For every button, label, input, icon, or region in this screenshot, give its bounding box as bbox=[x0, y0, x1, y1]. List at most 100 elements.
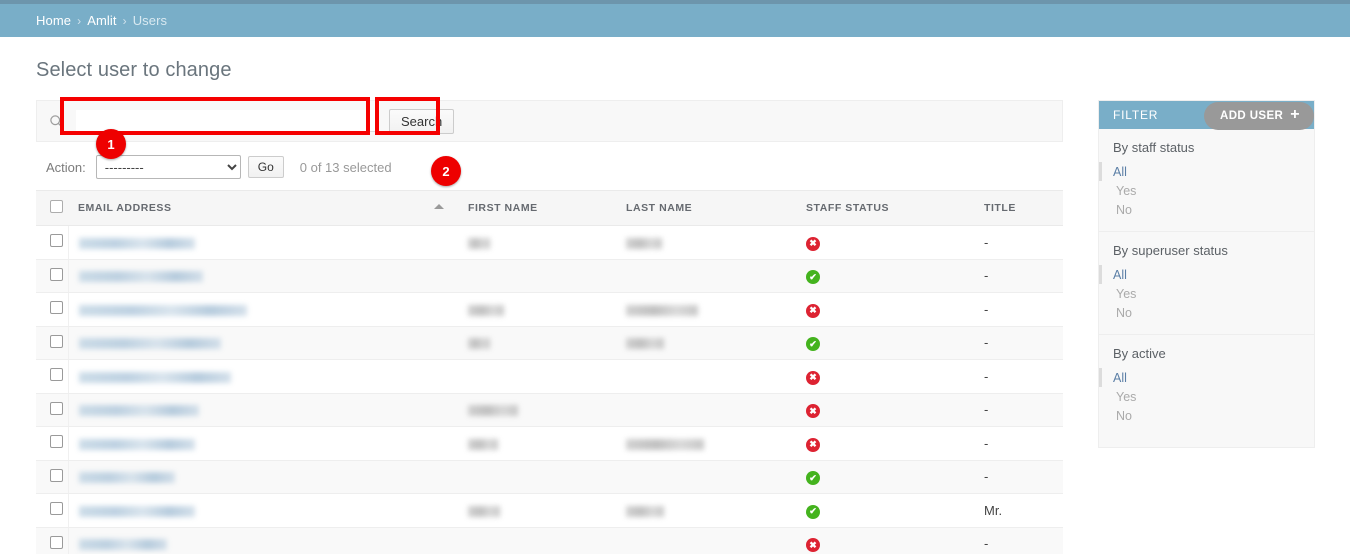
row-select-cell[interactable] bbox=[36, 259, 69, 293]
row-select-cell[interactable] bbox=[36, 493, 69, 528]
annotation-badge-1: 1 bbox=[96, 129, 126, 159]
row-select-cell[interactable] bbox=[36, 359, 69, 394]
action-select[interactable]: --------- bbox=[95, 155, 241, 179]
filter-choice-all[interactable]: All bbox=[1099, 265, 1314, 284]
row-select-checkbox[interactable] bbox=[50, 234, 63, 248]
cell-last-name bbox=[616, 225, 796, 260]
redacted-text bbox=[468, 438, 498, 450]
cell-first-name bbox=[458, 359, 616, 394]
row-select-checkbox[interactable] bbox=[50, 468, 63, 482]
row-select-cell[interactable] bbox=[36, 426, 69, 461]
cell-email-address[interactable] bbox=[68, 326, 458, 360]
cell-email-address[interactable] bbox=[68, 493, 458, 528]
cell-email-address[interactable] bbox=[68, 426, 458, 461]
table-row[interactable]: ✖ - bbox=[36, 426, 1063, 461]
row-select-checkbox[interactable] bbox=[50, 435, 63, 449]
table-row[interactable]: ✔ - bbox=[36, 460, 1063, 494]
row-select-cell[interactable] bbox=[36, 326, 69, 360]
breadcrumb-home[interactable]: Home bbox=[36, 13, 71, 28]
cell-last-name bbox=[616, 359, 796, 394]
cell-last-name bbox=[616, 393, 796, 427]
action-go-button[interactable]: Go bbox=[247, 156, 284, 178]
column-header-last-name[interactable]: LAST NAME bbox=[616, 190, 796, 226]
table-row[interactable]: ✖ - bbox=[36, 292, 1063, 327]
cell-staff-status: ✖ bbox=[796, 225, 974, 260]
filter-choice-no[interactable]: No bbox=[1099, 303, 1314, 322]
table-row[interactable]: ✔ Mr. bbox=[36, 493, 1063, 528]
search-toolbar: Search bbox=[36, 97, 1063, 142]
status-yes-icon: ✔ bbox=[806, 337, 820, 351]
redacted-text bbox=[468, 304, 504, 316]
filter-choice-all[interactable]: All bbox=[1099, 162, 1314, 181]
search-submit-button[interactable]: Search bbox=[389, 108, 455, 134]
status-no-icon: ✖ bbox=[806, 236, 820, 251]
cell-staff-status: ✔ bbox=[796, 460, 974, 494]
actions-bar: Action: --------- Go 0 of 13 selected bbox=[36, 142, 1063, 190]
cell-title: - bbox=[974, 292, 1063, 327]
table-row[interactable]: ✖ - bbox=[36, 527, 1063, 554]
cell-title: - bbox=[974, 225, 1063, 260]
filter-choice-yes[interactable]: Yes bbox=[1099, 284, 1314, 303]
cell-email-address[interactable] bbox=[68, 292, 458, 327]
filter-choice-all[interactable]: All bbox=[1099, 368, 1314, 387]
row-select-cell[interactable] bbox=[36, 393, 69, 427]
add-user-button[interactable]: ADD USER + bbox=[1203, 102, 1314, 130]
filter-choice-no[interactable]: No bbox=[1099, 406, 1314, 425]
redacted-text bbox=[78, 438, 195, 450]
cell-email-address[interactable] bbox=[68, 393, 458, 427]
cell-title: - bbox=[974, 527, 1063, 554]
column-header-title[interactable]: TITLE bbox=[974, 190, 1063, 226]
row-select-checkbox[interactable] bbox=[50, 502, 63, 516]
results-table-head: EMAIL ADDRESS FIRST NAME LAST NAME STAFF… bbox=[36, 190, 1063, 226]
filter-groups: By staff status All Yes No By superuser stat… bbox=[1099, 129, 1314, 437]
cell-title: - bbox=[974, 359, 1063, 394]
table-row[interactable]: ✖ - bbox=[36, 359, 1063, 394]
select-all-checkbox[interactable] bbox=[50, 200, 63, 213]
cell-email-address[interactable] bbox=[68, 527, 458, 554]
column-header-first-name[interactable]: FIRST NAME bbox=[458, 190, 616, 226]
breadcrumb-app[interactable]: Amlit bbox=[87, 13, 116, 28]
row-select-checkbox[interactable] bbox=[50, 368, 63, 382]
row-select-cell[interactable] bbox=[36, 292, 69, 327]
row-select-cell[interactable] bbox=[36, 460, 69, 494]
breadcrumb-separator: › bbox=[77, 13, 82, 28]
status-no-icon: ✖ bbox=[806, 437, 820, 452]
cell-first-name bbox=[458, 393, 616, 427]
filter-choice-yes[interactable]: Yes bbox=[1099, 387, 1314, 406]
row-select-checkbox[interactable] bbox=[50, 401, 63, 415]
annotation-badge-2: 2 bbox=[431, 156, 461, 186]
action-label: Action: bbox=[46, 159, 86, 175]
breadcrumb-current: Users bbox=[132, 13, 168, 28]
search-input[interactable] bbox=[76, 110, 376, 132]
cell-staff-status: ✔ bbox=[796, 493, 974, 528]
filter-choice-no[interactable]: No bbox=[1099, 200, 1314, 219]
filter-sidebar: FILTER By staff status All Yes No By superus… bbox=[1098, 100, 1315, 448]
row-select-checkbox[interactable] bbox=[50, 334, 63, 348]
row-select-checkbox[interactable] bbox=[50, 535, 63, 549]
column-header-staff-status[interactable]: STAFF STATUS bbox=[796, 190, 974, 226]
table-row[interactable]: ✔ - bbox=[36, 259, 1063, 293]
cell-title: - bbox=[974, 259, 1063, 293]
cell-title: Mr. bbox=[974, 493, 1063, 528]
table-row[interactable]: ✖ - bbox=[36, 225, 1063, 260]
filter-group: By staff status All Yes No bbox=[1099, 129, 1314, 232]
table-row[interactable]: ✔ - bbox=[36, 326, 1063, 360]
cell-last-name bbox=[616, 460, 796, 494]
row-select-cell[interactable] bbox=[36, 225, 69, 260]
cell-email-address[interactable] bbox=[68, 225, 458, 260]
row-select-cell[interactable] bbox=[36, 527, 69, 554]
redacted-text bbox=[626, 438, 704, 450]
redacted-text bbox=[626, 505, 664, 517]
row-select-checkbox[interactable] bbox=[50, 301, 63, 315]
row-select-checkbox[interactable] bbox=[50, 267, 63, 281]
column-header-email[interactable]: EMAIL ADDRESS bbox=[68, 190, 458, 226]
cell-title: - bbox=[974, 393, 1063, 427]
column-header-select-all[interactable] bbox=[36, 190, 68, 226]
selection-counter: 0 of 13 selected bbox=[299, 159, 392, 175]
sort-ascending-icon[interactable] bbox=[434, 204, 444, 209]
filter-choice-yes[interactable]: Yes bbox=[1099, 181, 1314, 200]
cell-email-address[interactable] bbox=[68, 460, 458, 494]
table-row[interactable]: ✖ - bbox=[36, 393, 1063, 427]
cell-email-address[interactable] bbox=[68, 359, 458, 394]
cell-email-address[interactable] bbox=[68, 259, 458, 293]
